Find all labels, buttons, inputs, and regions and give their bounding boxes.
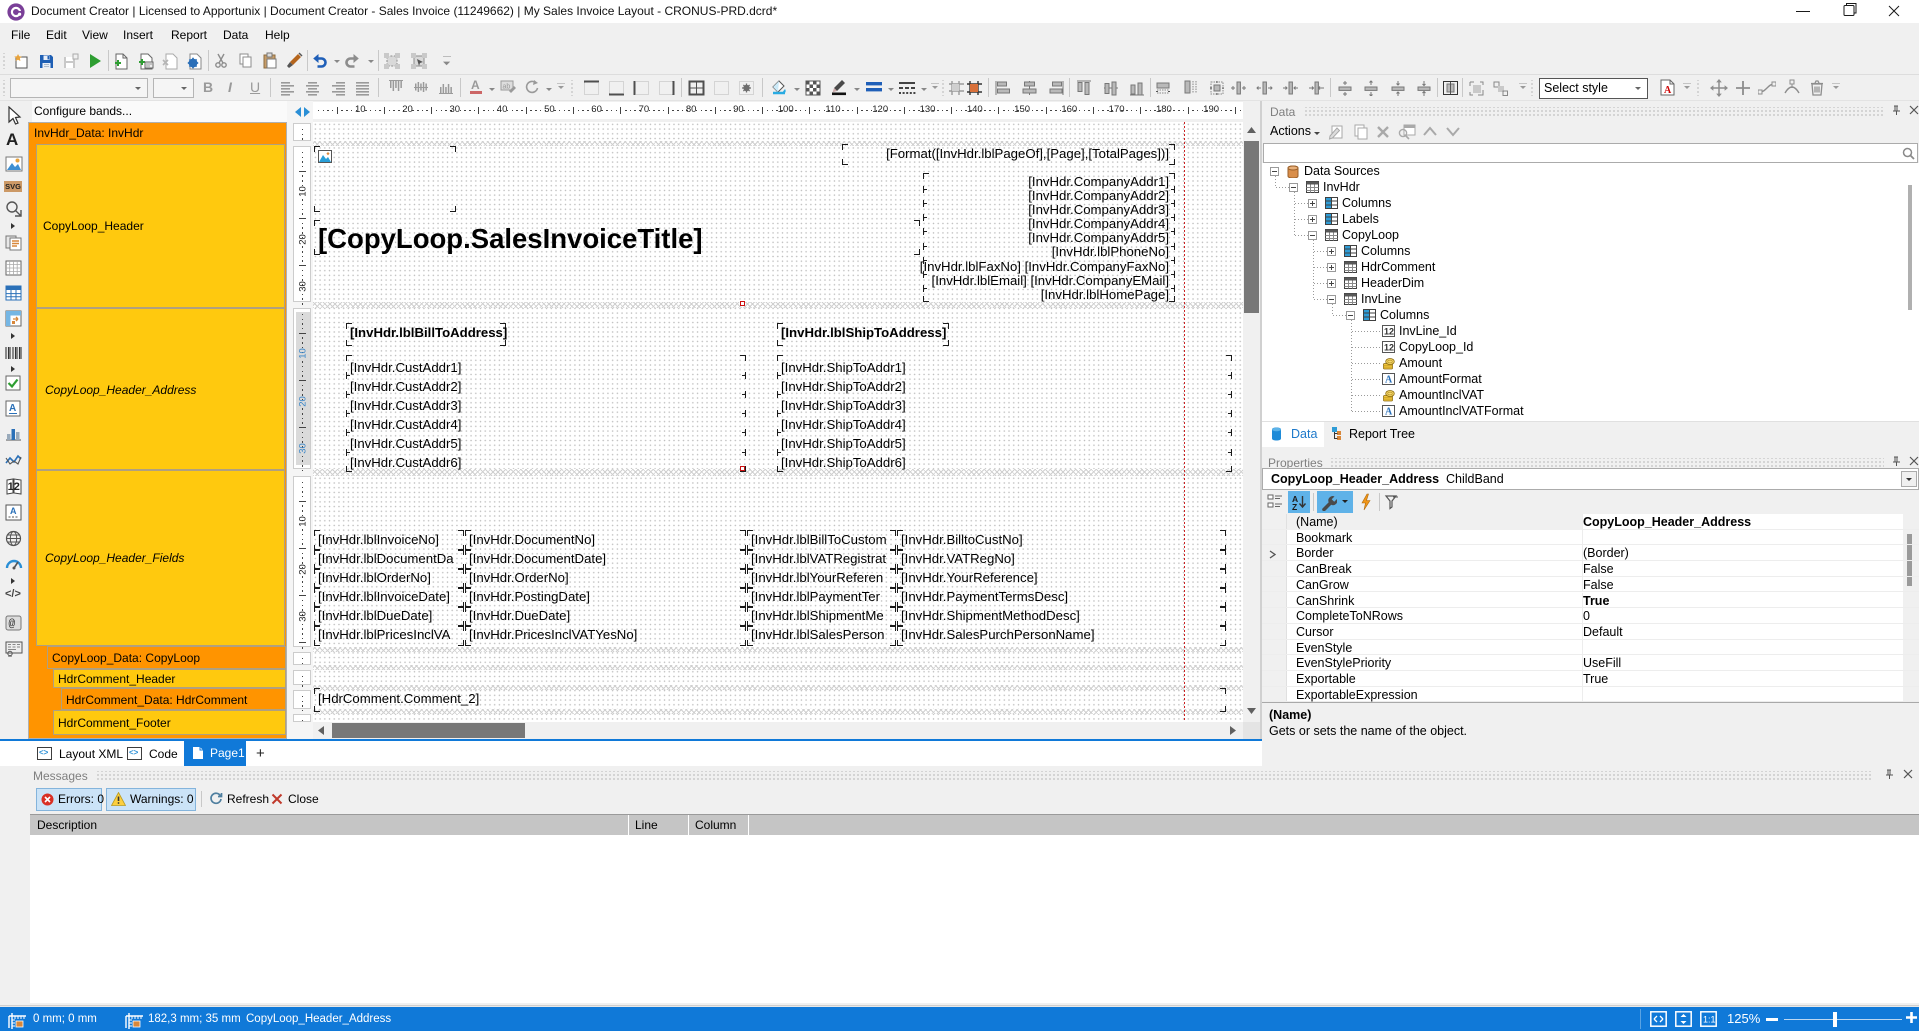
svg-text:A: A	[471, 79, 480, 92]
svg-text:Z: Z	[1292, 502, 1297, 510]
svg-text:A: A	[10, 506, 17, 516]
svg-text:A: A	[9, 403, 16, 414]
svg-text:@: @	[9, 619, 16, 631]
svg-text:A: A	[1664, 85, 1672, 96]
svg-text:12: 12	[8, 481, 20, 493]
svg-text:A: A	[1385, 407, 1393, 418]
svg-text:A: A	[1385, 375, 1393, 386]
svg-text:12: 12	[1384, 327, 1394, 337]
svg-text:1:1: 1:1	[1703, 1015, 1716, 1025]
svg-text:12: 12	[1384, 343, 1394, 353]
svg-text:ab: ab	[503, 84, 511, 91]
